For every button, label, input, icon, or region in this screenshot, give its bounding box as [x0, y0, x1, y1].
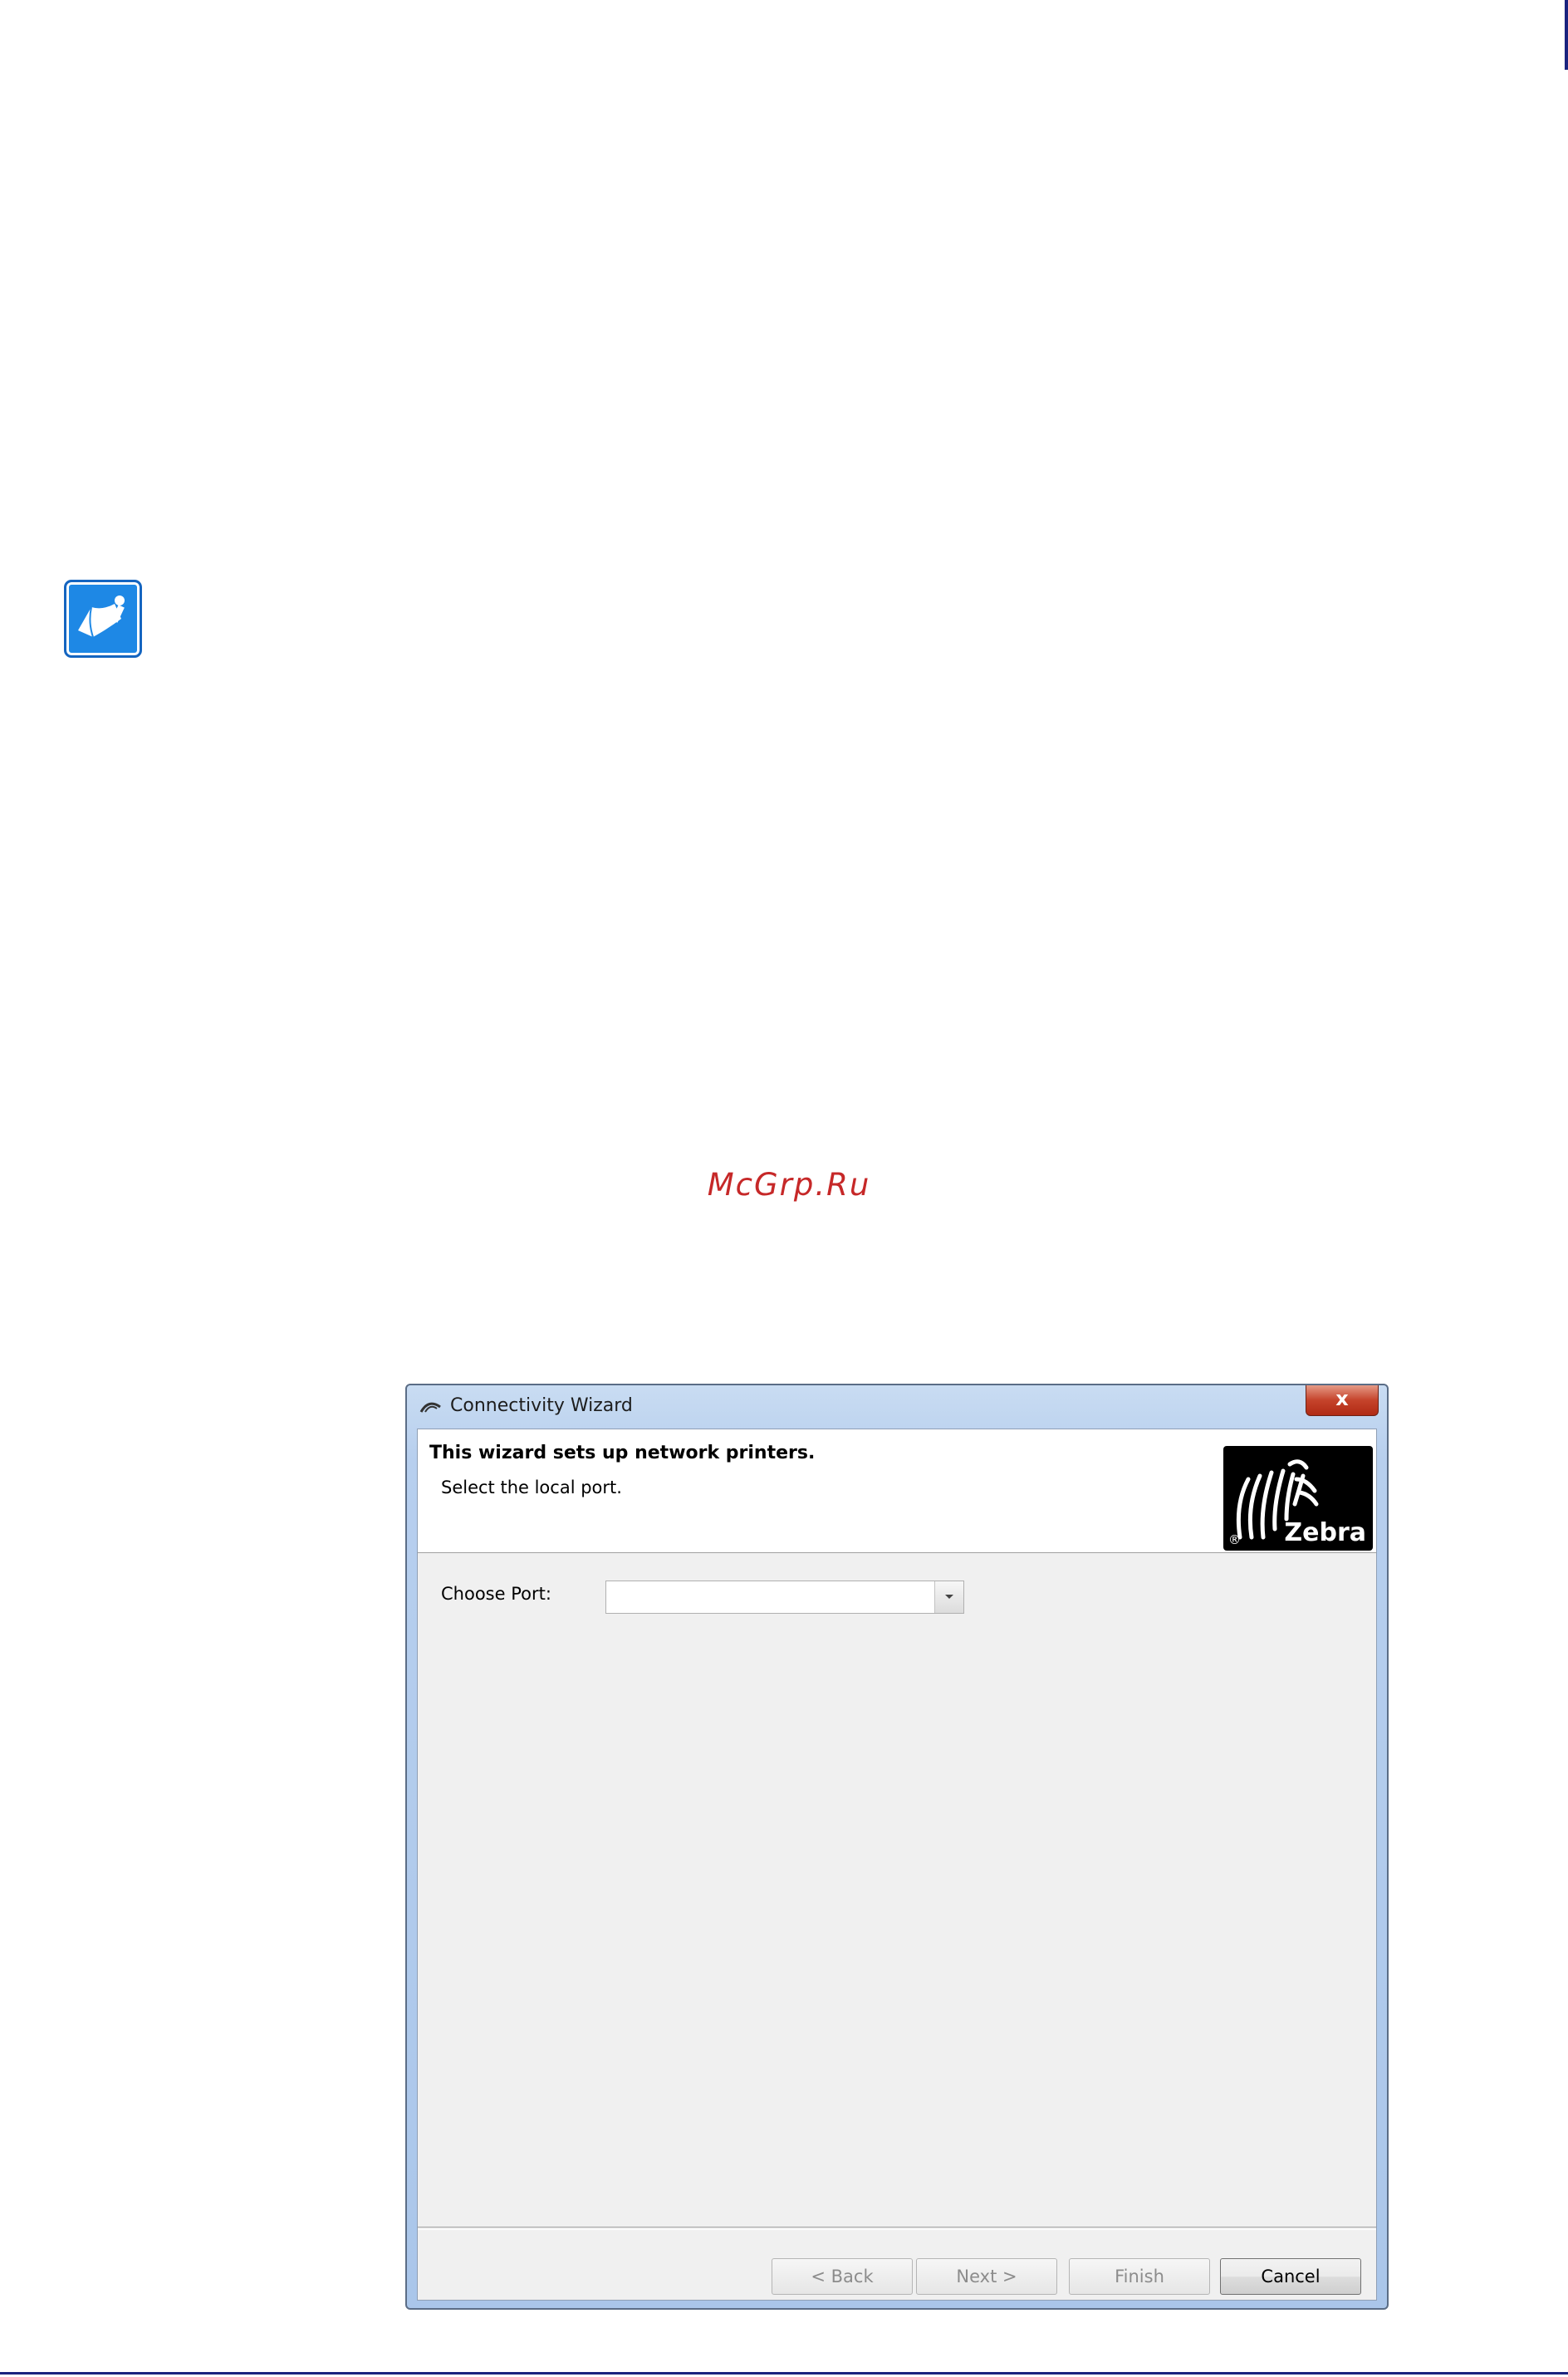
- finish-button[interactable]: Finish: [1069, 2258, 1210, 2295]
- registered-mark: ®: [1228, 1532, 1241, 1547]
- page-footer-rule: [0, 2372, 1568, 2375]
- note-pencil-icon: [64, 580, 142, 658]
- next-button[interactable]: Next >: [916, 2258, 1057, 2295]
- chevron-down-icon: [945, 1595, 953, 1599]
- port-dropdown-button[interactable]: [934, 1581, 963, 1613]
- choose-port-select[interactable]: [605, 1581, 964, 1614]
- dialog-client-area: This wizard sets up network printers. Se…: [417, 1429, 1377, 2301]
- watermark: McGrp.Ru: [707, 1167, 871, 1203]
- wizard-arc-icon: [419, 1402, 441, 1413]
- back-button[interactable]: < Back: [772, 2258, 913, 2295]
- zebra-logo: ® Zebra: [1223, 1446, 1373, 1551]
- cancel-button[interactable]: Cancel: [1220, 2258, 1361, 2295]
- wizard-header-subtitle: Select the local port.: [441, 1478, 622, 1497]
- footer-separator: [418, 2227, 1376, 2230]
- wizard-header: This wizard sets up network printers. Se…: [418, 1429, 1376, 1553]
- close-button[interactable]: x: [1306, 1385, 1379, 1416]
- connectivity-wizard-dialog: Connectivity Wizard x This wizard sets u…: [405, 1384, 1389, 2310]
- zebra-wordmark: Zebra: [1284, 1518, 1366, 1547]
- page-corner-bar: [1565, 0, 1568, 70]
- wizard-header-title: This wizard sets up network printers.: [429, 1443, 816, 1463]
- choose-port-label: Choose Port:: [441, 1584, 551, 1604]
- title-bar[interactable]: Connectivity Wizard x: [407, 1385, 1387, 1429]
- dialog-title: Connectivity Wizard: [450, 1395, 633, 1416]
